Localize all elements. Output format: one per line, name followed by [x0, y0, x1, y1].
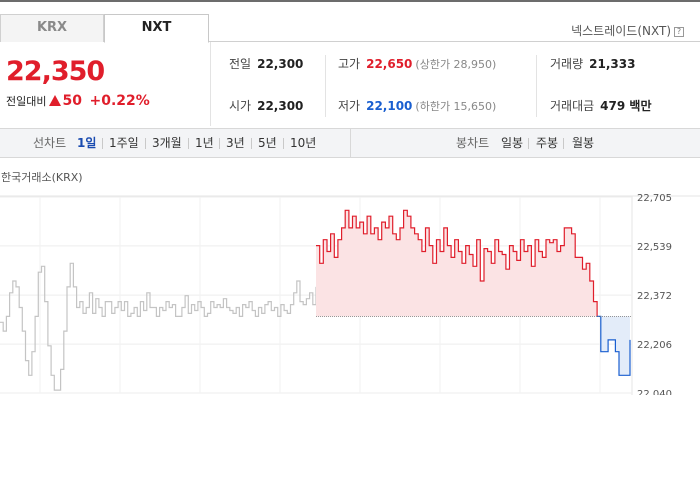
divider: [536, 55, 537, 117]
stat-label: 고가: [338, 57, 361, 71]
divider: [325, 55, 326, 117]
y-tick-label: 22,372: [637, 291, 672, 302]
change-amount: 50: [62, 93, 82, 109]
stat-amount: 거래대금 479 백만: [550, 97, 651, 114]
stat-value: 21,333: [589, 57, 636, 71]
period-3m[interactable]: 3개월: [152, 129, 182, 157]
series-line-krx: [0, 262, 317, 391]
stat-label: 거래량: [550, 57, 584, 71]
stat-label: 전일: [229, 57, 252, 71]
tab-krx[interactable]: KRX: [0, 14, 104, 42]
stat-volume: 거래량 21,333: [550, 55, 635, 72]
y-tick-label: 22,206: [637, 340, 672, 351]
chart-source-label: 한국거래소(KRX): [1, 171, 83, 184]
period-1w[interactable]: 1주일: [109, 129, 139, 157]
line-chart-label: 선차트: [33, 136, 67, 150]
separator: [563, 138, 564, 149]
stat-label: 거래대금: [550, 99, 595, 113]
stat-value: 22,100: [366, 99, 413, 113]
stat-prev-close: 전일 22,300: [229, 55, 303, 72]
stat-value: 22,650: [366, 57, 413, 71]
tab-nxt[interactable]: NXT: [104, 14, 209, 43]
separator: [145, 138, 146, 149]
separator: [219, 138, 220, 149]
price-change-row: 전일대비 50 +0.22%: [6, 93, 150, 109]
stat-label: 저가: [338, 99, 361, 113]
price-chart[interactable]: 22,705 22,539 22,372 22,206 22,040: [0, 185, 700, 395]
separator: [528, 138, 529, 149]
stat-value: 479 백만: [600, 99, 652, 113]
y-tick-label: 22,705: [637, 193, 672, 204]
upper-limit: (상한가 28,950): [415, 58, 497, 71]
change-label: 전일대비: [6, 95, 47, 108]
candle-daily[interactable]: 일봉: [501, 129, 523, 157]
help-icon[interactable]: ?: [674, 27, 684, 37]
period-bar: 선차트 1일 1주일 3개월 1년 3년 5년 10년 봉차트 일봉 주봉 월봉: [0, 128, 700, 158]
up-area-fill: [316, 210, 598, 317]
top-border: [0, 0, 700, 2]
stat-label: 시가: [229, 99, 252, 113]
separator: [251, 138, 252, 149]
stat-low: 저가 22,100 (하한가 15,650): [338, 97, 496, 114]
divider: [210, 42, 211, 126]
candle-chart-label: 봉차트: [456, 136, 490, 150]
exchange-name-label: 넥스트레이드(NXT): [571, 24, 671, 38]
y-tick-label: 22,040: [637, 389, 672, 395]
candle-monthly[interactable]: 월봉: [572, 129, 594, 157]
y-tick-label: 22,539: [637, 242, 672, 253]
down-area-fill: [597, 316, 630, 376]
lower-limit: (하한가 15,650): [415, 100, 497, 113]
up-triangle-icon: [49, 95, 62, 106]
divider: [350, 129, 351, 157]
period-5y[interactable]: 5년: [258, 129, 277, 157]
period-1d[interactable]: 1일: [77, 129, 96, 157]
current-price: 22,350: [6, 56, 105, 87]
stat-value: 22,300: [257, 57, 304, 71]
period-10y[interactable]: 10년: [290, 129, 316, 157]
stat-high: 고가 22,650 (상한가 28,950): [338, 55, 496, 72]
change-percent: +0.22%: [89, 93, 150, 109]
separator: [102, 138, 103, 149]
separator: [188, 138, 189, 149]
period-3y[interactable]: 3년: [226, 129, 245, 157]
period-1y[interactable]: 1년: [195, 129, 214, 157]
stat-value: 22,300: [257, 99, 304, 113]
exchange-name: 넥스트레이드(NXT)?: [571, 22, 684, 39]
candle-weekly[interactable]: 주봉: [536, 129, 558, 157]
separator: [283, 138, 284, 149]
stat-open: 시가 22,300: [229, 97, 303, 114]
